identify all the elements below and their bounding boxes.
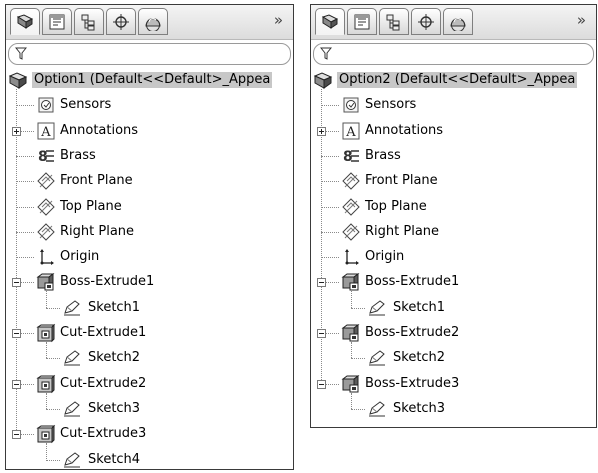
svg-text:A: A: [345, 125, 356, 140]
svg-text:A: A: [40, 125, 51, 140]
tree-item-label: Boss-Extrude1: [365, 274, 460, 290]
boss-extrude-icon: [341, 323, 361, 343]
tab-display-manager[interactable]: [443, 8, 473, 35]
feature-manager-panel-option1: » Option1 (Default<<Default>_Appea Sensors…: [5, 4, 294, 470]
tree-item-label: Sensors: [60, 97, 112, 113]
boss-extrude-icon: [36, 272, 56, 292]
sketch-icon: [62, 450, 82, 470]
tree-item-label: Annotations: [365, 122, 444, 138]
material-icon: 8: [341, 146, 361, 166]
collapse-icon[interactable]: [12, 379, 21, 389]
sketch-icon: [62, 298, 82, 318]
tree-item-label: Cut-Extrude2: [60, 375, 147, 391]
collapse-icon[interactable]: [12, 329, 21, 338]
tree-item-label: Annotations: [60, 122, 139, 138]
tab-propertymanager[interactable]: [42, 8, 72, 35]
plane-icon: [341, 222, 361, 242]
collapse-icon[interactable]: [317, 379, 326, 389]
tab-dimxpert[interactable]: [411, 8, 441, 35]
tree-item-label: Sensors: [365, 97, 417, 113]
more-tabs-button[interactable]: »: [274, 11, 283, 29]
sketch-icon: [367, 298, 387, 318]
cut-extrude-icon: [36, 323, 56, 343]
tab-propertymanager[interactable]: [347, 8, 377, 35]
root-part-label: Option1 (Default<<Default>_Appea: [32, 72, 273, 88]
tree-item-label: Sketch1: [88, 299, 141, 315]
boss-extrude-icon: [341, 272, 361, 292]
plane-icon: [341, 197, 361, 217]
tree-item-label: Boss-Extrude3: [365, 375, 460, 391]
tree-item-label: Sketch3: [88, 400, 141, 416]
plane-icon: [341, 171, 361, 191]
collapse-icon[interactable]: [317, 329, 326, 338]
tree-item-label: Origin: [365, 249, 405, 265]
tree-item-label: Sketch1: [393, 299, 446, 315]
tree-item-label: Top Plane: [365, 198, 427, 214]
origin-icon: [341, 247, 361, 267]
manager-tab-bar: »: [311, 5, 596, 40]
tree-item-label: Front Plane: [365, 173, 438, 189]
boss-extrude-icon: [341, 374, 361, 394]
tree-item-label: Front Plane: [60, 173, 133, 189]
sketch-icon: [367, 348, 387, 368]
annotations-icon: A: [341, 121, 361, 141]
tree-item-label: Sketch2: [88, 350, 141, 366]
tab-dimxpert[interactable]: [106, 8, 136, 35]
filter-field[interactable]: [313, 43, 594, 65]
more-tabs-button[interactable]: »: [577, 11, 586, 29]
tab-configurationmanager[interactable]: [379, 8, 409, 35]
sketch-icon: [62, 399, 82, 419]
tab-configurationmanager[interactable]: [74, 8, 104, 35]
cut-extrude-icon: [36, 374, 56, 394]
tab-featuremanager[interactable]: [315, 8, 345, 35]
sensors-icon: [341, 95, 361, 115]
manager-tab-bar: »: [6, 5, 293, 40]
cut-extrude-icon: [36, 424, 56, 444]
filter-field[interactable]: [8, 43, 291, 65]
sketch-icon: [367, 399, 387, 419]
sketch-icon: [62, 348, 82, 368]
tab-display-manager[interactable]: [138, 8, 168, 35]
tree-item-label: Boss-Extrude2: [365, 325, 460, 340]
feature-manager-panel-option2: » Option2 (Default<<Default>_Appea Sensors…: [310, 4, 597, 428]
annotations-icon: A: [36, 121, 56, 141]
expand-icon[interactable]: [12, 126, 21, 136]
tree-item-label: Brass: [60, 147, 96, 163]
plane-icon: [36, 171, 56, 191]
tree-item-label: Right Plane: [60, 223, 135, 239]
tree-item-label: Right Plane: [365, 223, 440, 239]
expand-icon[interactable]: [317, 126, 326, 136]
collapse-icon[interactable]: [12, 430, 21, 440]
material-icon: 8: [36, 146, 56, 166]
tab-featuremanager[interactable]: [10, 8, 40, 35]
tree-item-label: Sketch4: [88, 451, 141, 467]
part-icon: [8, 70, 28, 90]
tree-item-label: Cut-Extrude1: [60, 325, 147, 340]
root-part-label: Option2 (Default<<Default>_Appea: [337, 72, 578, 88]
tree-item-label: Sketch2: [393, 350, 446, 366]
plane-icon: [36, 197, 56, 217]
tree-item-label: Brass: [365, 147, 401, 163]
tree-item-label: Boss-Extrude1: [60, 274, 155, 290]
tree-item-label: Sketch3: [393, 400, 446, 416]
tree-item-label: Cut-Extrude3: [60, 426, 147, 442]
plane-icon: [36, 222, 56, 242]
sensors-icon: [36, 95, 56, 115]
collapse-icon[interactable]: [317, 278, 326, 288]
tree-item-label: Origin: [60, 249, 100, 265]
collapse-icon[interactable]: [12, 278, 21, 288]
origin-icon: [36, 247, 56, 267]
tree-item-label: Top Plane: [60, 198, 122, 214]
part-icon: [313, 70, 333, 90]
